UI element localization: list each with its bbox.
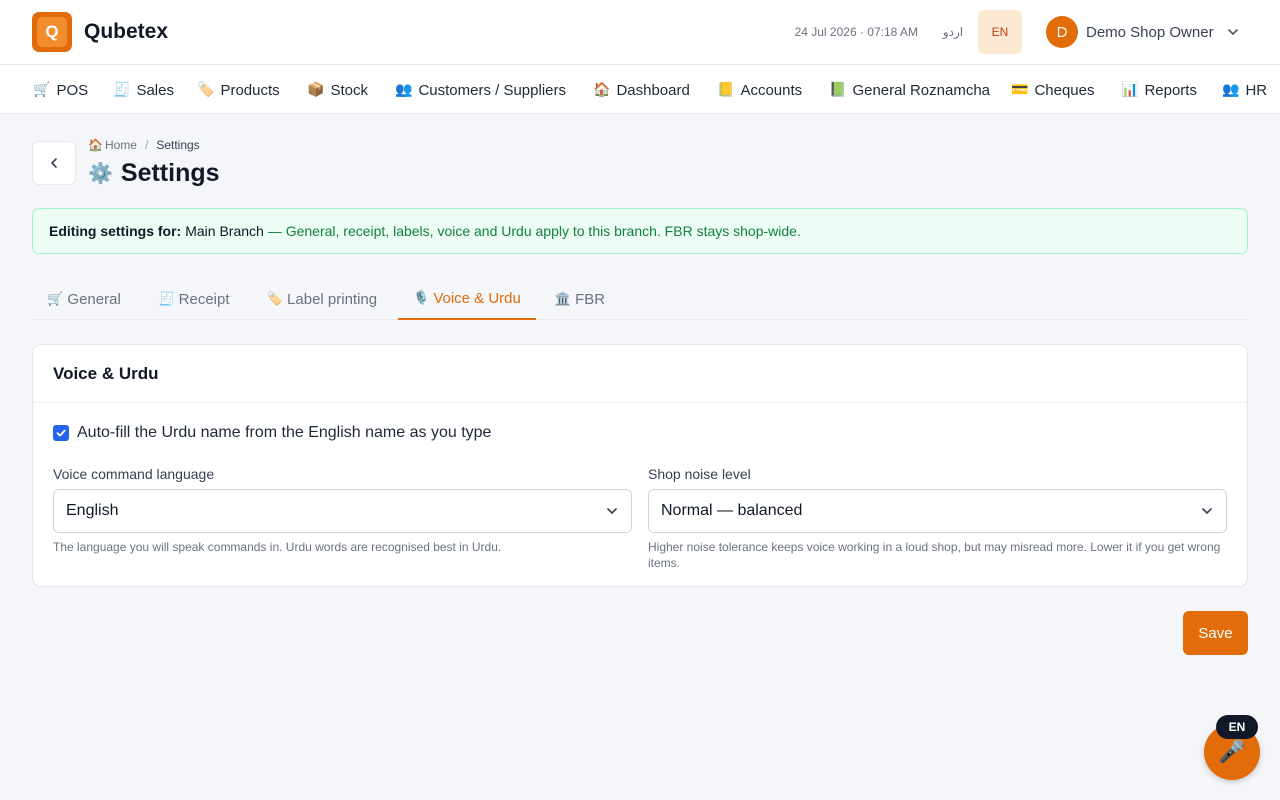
- tab-receipt[interactable]: 🧾 Receipt: [142, 278, 246, 320]
- tab-voice-urdu[interactable]: 🎙️ Voice & Urdu: [398, 278, 536, 320]
- nav-label: Stock: [330, 81, 368, 99]
- label-icon: 🏷️: [197, 82, 215, 98]
- tab-label: General: [67, 290, 121, 308]
- breadcrumb-home-link[interactable]: 🏠 Home: [88, 137, 137, 153]
- nav-item-products[interactable]: 🏷️ Products: [197, 79, 280, 101]
- chevron-down-icon: [607, 508, 617, 514]
- current-datetime: 24 Jul 2026 · 07:18 AM: [794, 25, 918, 39]
- voice-language-field: Voice command language English The langu…: [53, 465, 632, 555]
- tab-general[interactable]: 🛒 General: [32, 278, 136, 320]
- noise-level-hint: Higher noise tolerance keeps voice worki…: [648, 540, 1221, 570]
- voice-urdu-card: Voice & Urdu Auto-fill the Urdu name fro…: [32, 344, 1248, 587]
- tab-label: Label printing: [287, 290, 378, 308]
- check-icon: [56, 429, 66, 437]
- banner-description: — General, receipt, labels, voice and Ur…: [267, 223, 801, 239]
- banner-branch: Main Branch: [185, 223, 264, 239]
- nav-item-general-roznamcha[interactable]: 📗 General Roznamcha: [829, 79, 990, 101]
- nav-label: Dashboard: [616, 81, 690, 99]
- tab-label: Voice & Urdu: [433, 289, 521, 307]
- nav-item-stock[interactable]: 📦 Stock: [307, 79, 368, 101]
- package-icon: 📦: [307, 82, 325, 98]
- nav-item-reports[interactable]: 📊 Reports: [1121, 79, 1197, 101]
- user-name: Demo Shop Owner: [1086, 23, 1214, 41]
- nav-item-pos[interactable]: 🛒 POS: [33, 79, 88, 101]
- language-en-button[interactable]: EN: [978, 10, 1022, 54]
- nav-label: General Roznamcha: [852, 81, 991, 99]
- noise-level-field: Shop noise level Normal — balanced Highe…: [648, 465, 1227, 571]
- user-menu[interactable]: D Demo Shop Owner: [1046, 16, 1240, 48]
- autofill-urdu-checkbox[interactable]: [53, 425, 69, 441]
- language-urdu-button[interactable]: اردو: [936, 24, 970, 40]
- noise-level-label: Shop noise level: [648, 466, 751, 482]
- voice-language-label: Voice command language: [53, 466, 215, 482]
- nav-label: Cheques: [1034, 81, 1095, 99]
- back-button[interactable]: [32, 141, 76, 185]
- settings-tabs: 🛒 General 🧾 Receipt 🏷️ Label printing 🎙️ Voi…: [32, 278, 1248, 320]
- page-title-text: Settings: [120, 159, 220, 187]
- book-icon: 📗: [829, 82, 847, 98]
- voice-language-value: English: [66, 502, 119, 519]
- nav-label: Sales: [136, 81, 174, 99]
- nav-item-sales[interactable]: 🧾 Sales: [113, 79, 174, 101]
- home-icon: 🏠: [88, 138, 103, 152]
- voice-language-badge: EN: [1216, 715, 1258, 739]
- voice-language-select[interactable]: English: [53, 489, 632, 533]
- nav-label: POS: [56, 81, 89, 99]
- nav-label: Products: [220, 81, 280, 99]
- brand-logo[interactable]: Q: [32, 12, 72, 52]
- nav-label: Accounts: [740, 81, 803, 99]
- noise-level-value: Normal — balanced: [661, 502, 803, 519]
- voice-language-hint: The language you will speak commands in.…: [53, 540, 502, 554]
- card-divider: [33, 402, 1247, 403]
- autofill-urdu-label: Auto-fill the Urdu name from the English…: [77, 424, 492, 441]
- receipt-icon: 🧾: [158, 291, 175, 307]
- nav-label: HR: [1245, 81, 1268, 99]
- card-title: Voice & Urdu: [53, 364, 159, 383]
- nav-item-hr[interactable]: 👥 HR: [1222, 79, 1267, 101]
- breadcrumb-home-label: Home: [104, 138, 137, 152]
- chevron-down-icon: [1227, 29, 1238, 35]
- bar-chart-icon: 📊: [1121, 82, 1139, 98]
- breadcrumb: 🏠 Home / Settings: [88, 137, 200, 153]
- top-header: Q Qubetex 24 Jul 2026 · 07:18 AM اردو EN…: [0, 0, 1280, 65]
- nav-item-cheques[interactable]: 💳 Cheques: [1011, 79, 1094, 101]
- banner-label: Editing settings for:: [49, 223, 182, 239]
- breadcrumb-current: Settings: [156, 138, 200, 152]
- logo-letter: Q: [37, 17, 67, 47]
- cart-icon: 🛒: [47, 291, 64, 307]
- save-button[interactable]: Save: [1183, 611, 1248, 655]
- tab-label-printing[interactable]: 🏷️ Label printing: [252, 278, 392, 320]
- nav-item-customers-suppliers[interactable]: 👥 Customers / Suppliers: [395, 79, 566, 101]
- nav-label: Reports: [1144, 81, 1197, 99]
- cart-icon: 🛒: [33, 82, 51, 98]
- nav-item-accounts[interactable]: 📒 Accounts: [717, 79, 802, 101]
- receipt-icon: 🧾: [113, 82, 131, 98]
- chevron-down-icon: [1202, 508, 1212, 514]
- main-nav: 🛒 POS 🧾 Sales 🏷️ Products 📦 Stock 👥 Customers…: [0, 65, 1280, 114]
- tab-fbr[interactable]: 🏛️ FBR: [542, 278, 618, 320]
- tab-label: FBR: [575, 290, 606, 308]
- breadcrumb-separator: /: [144, 138, 149, 152]
- nav-label: Customers / Suppliers: [418, 81, 566, 99]
- card-icon: 💳: [1011, 82, 1029, 98]
- users-icon: 👥: [1222, 82, 1240, 98]
- autofill-urdu-option[interactable]: Auto-fill the Urdu name from the English…: [53, 423, 491, 443]
- microphone-icon: 🎙️: [413, 290, 430, 306]
- chevron-left-icon: [51, 158, 57, 168]
- page-title: ⚙️ Settings: [88, 158, 220, 188]
- tab-label: Receipt: [178, 290, 230, 308]
- avatar: D: [1046, 16, 1078, 48]
- bank-icon: 🏛️: [554, 291, 572, 307]
- nav-item-dashboard[interactable]: 🏠 Dashboard: [593, 79, 690, 101]
- home-icon: 🏠: [593, 82, 611, 98]
- branch-info-banner: Editing settings for: Main Branch — Gene…: [32, 208, 1248, 254]
- ledger-icon: 📒: [717, 82, 735, 98]
- label-icon: 🏷️: [266, 291, 284, 307]
- brand-name: Qubetex: [84, 20, 169, 43]
- users-icon: 👥: [395, 82, 413, 98]
- noise-level-select[interactable]: Normal — balanced: [648, 489, 1227, 533]
- microphone-icon: 🎤: [1218, 739, 1246, 765]
- gear-icon: ⚙️: [88, 161, 113, 185]
